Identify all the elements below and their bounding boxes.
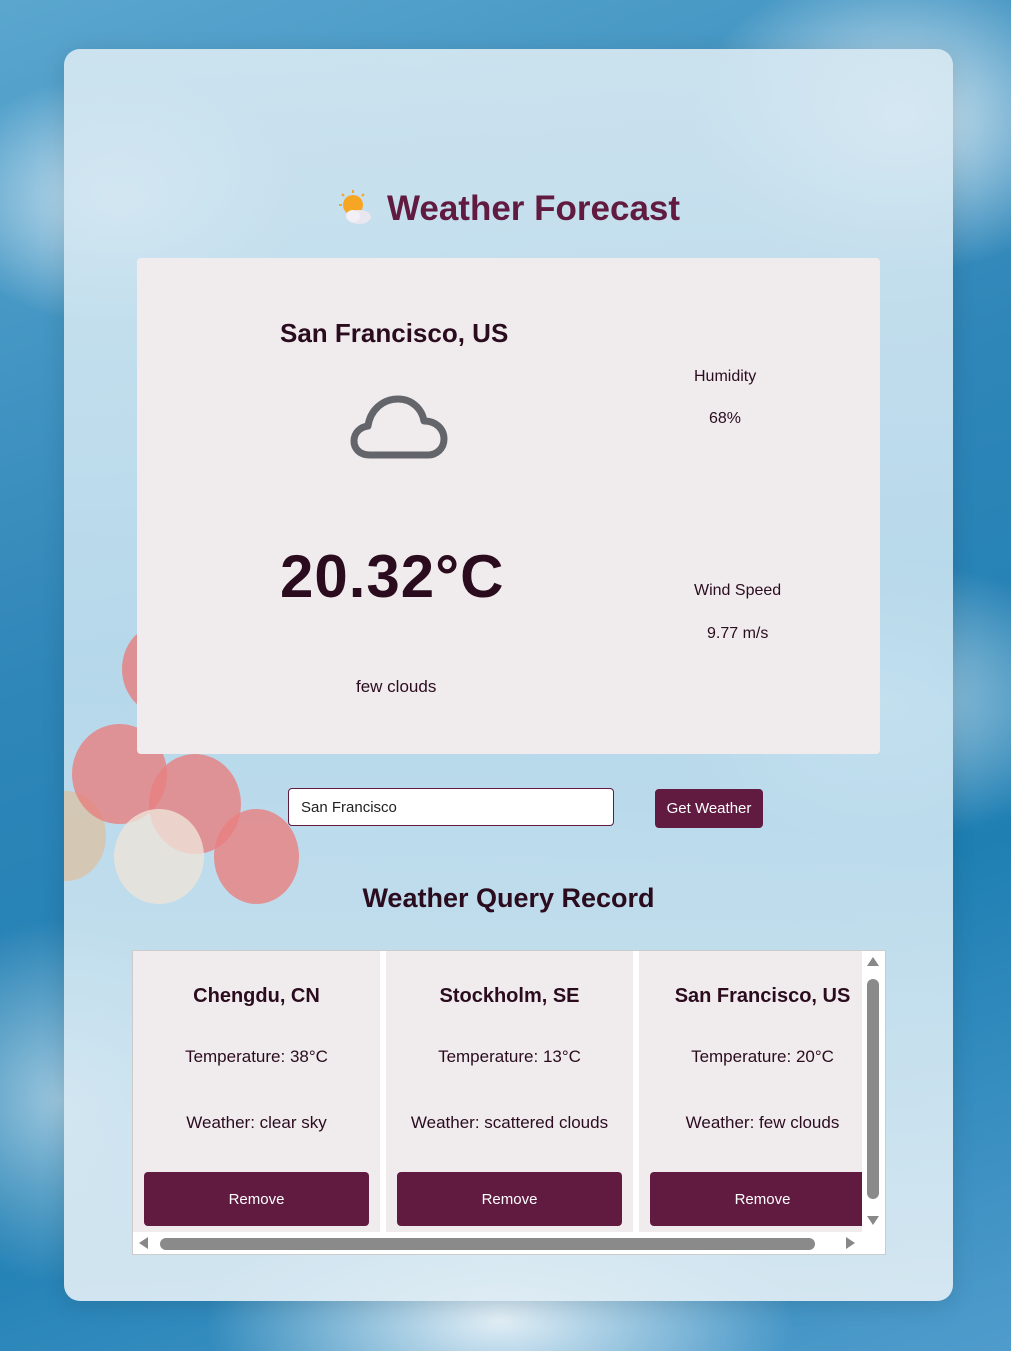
page-title-text: Weather Forecast — [386, 189, 681, 228]
record-weather: Weather: scattered clouds — [410, 1113, 609, 1132]
sun-behind-cloud-icon — [338, 190, 371, 224]
horizontal-scroll-thumb[interactable] — [160, 1238, 815, 1250]
current-weather-card: San Francisco, US 20.32°C few clouds Hum… — [137, 258, 880, 754]
humidity-label: Humidity — [694, 368, 757, 385]
record-card: San Francisco, US Temperature: 20°C Weat… — [639, 951, 885, 1232]
records-title: Weather Query Record — [362, 883, 655, 913]
horizontal-scrollbar[interactable] — [133, 1232, 885, 1254]
record-card: Chengdu, CN Temperature: 38°C Weather: c… — [133, 951, 380, 1232]
wind-speed-label: Wind Speed — [694, 582, 782, 599]
record-weather: Weather: clear sky — [186, 1113, 327, 1132]
wind-speed-value: 9.77 m/s — [707, 625, 769, 642]
record-city: Chengdu, CN — [193, 985, 320, 1007]
humidity-value: 68% — [709, 410, 742, 427]
current-description: few clouds — [356, 677, 437, 696]
page-title: Weather Forecast — [64, 189, 953, 229]
current-temperature: 20.32°C — [280, 543, 505, 610]
records-scroll-container[interactable]: Chengdu, CN Temperature: 38°C Weather: c… — [132, 950, 886, 1255]
remove-record-button[interactable]: Remove — [650, 1172, 875, 1226]
current-city: San Francisco, US — [280, 318, 509, 348]
get-weather-button[interactable]: Get Weather — [655, 789, 763, 828]
record-temperature: Temperature: 13°C — [438, 1047, 581, 1066]
weather-app-panel: Weather Forecast San Francisco, US 20.32… — [64, 49, 953, 1301]
record-city: San Francisco, US — [674, 985, 851, 1007]
scroll-left-arrow-icon[interactable] — [139, 1237, 148, 1249]
scroll-up-arrow-icon[interactable] — [867, 957, 879, 966]
cloud-icon — [350, 395, 448, 459]
remove-record-button[interactable]: Remove — [397, 1172, 622, 1226]
vertical-scroll-thumb[interactable] — [867, 979, 879, 1199]
record-card: Stockholm, SE Temperature: 13°C Weather:… — [386, 951, 633, 1232]
record-weather: Weather: few clouds — [685, 1113, 840, 1132]
record-temperature: Temperature: 38°C — [185, 1047, 328, 1066]
record-city: Stockholm, SE — [439, 985, 580, 1007]
city-search-input[interactable] — [288, 788, 614, 826]
record-temperature: Temperature: 20°C — [691, 1047, 834, 1066]
scroll-right-arrow-icon[interactable] — [846, 1237, 855, 1249]
vertical-scrollbar[interactable] — [862, 951, 885, 1232]
remove-record-button[interactable]: Remove — [144, 1172, 369, 1226]
scroll-down-arrow-icon[interactable] — [867, 1216, 879, 1225]
